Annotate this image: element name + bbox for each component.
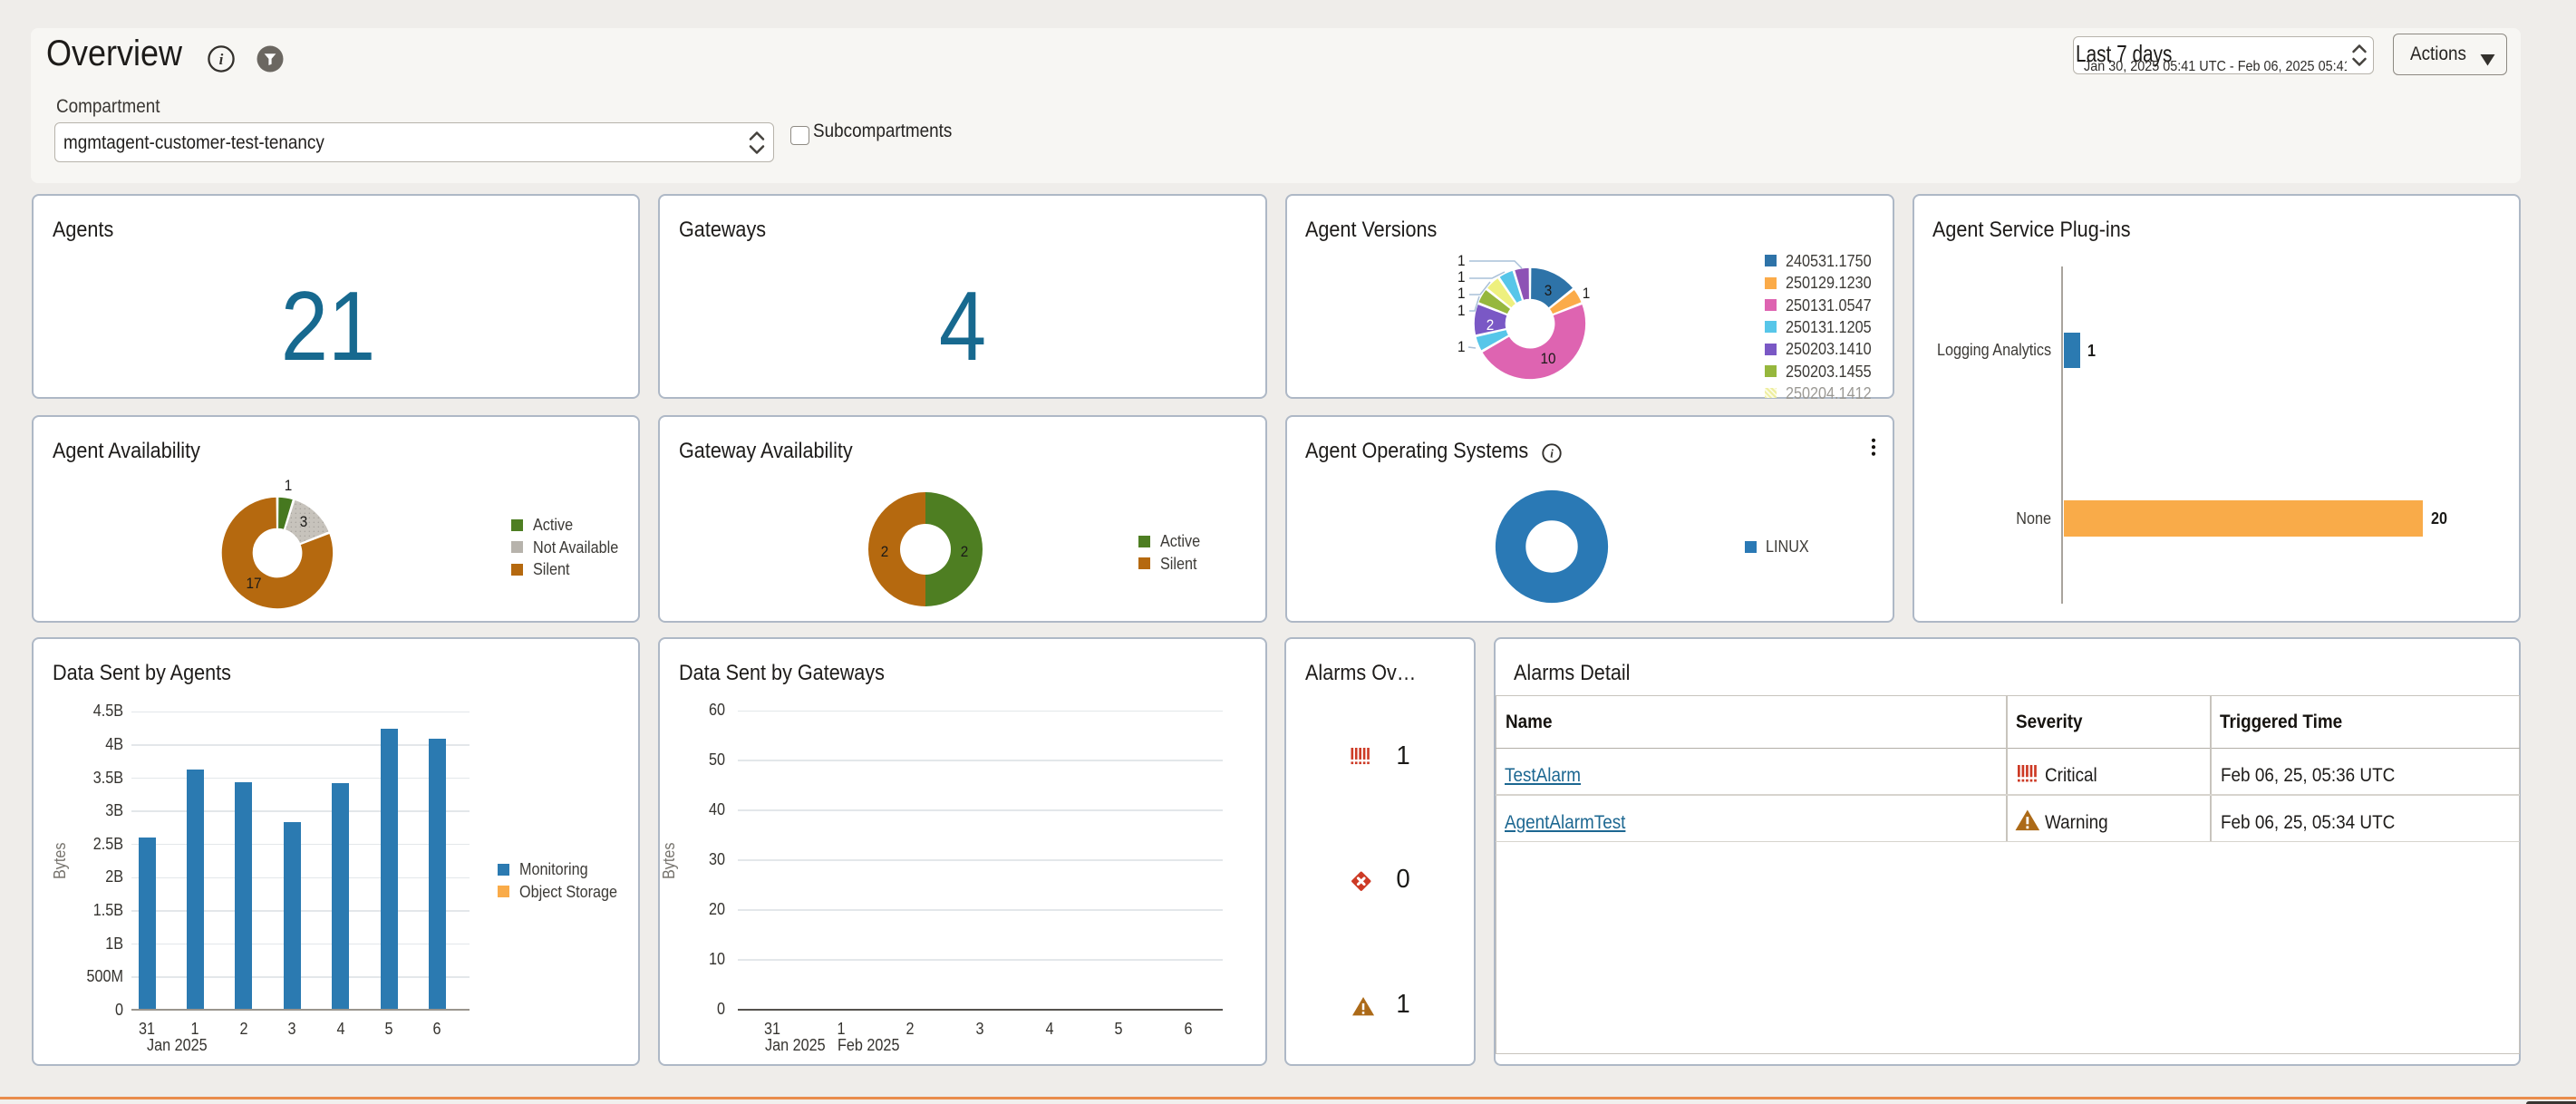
- svg-text:i: i: [219, 51, 224, 68]
